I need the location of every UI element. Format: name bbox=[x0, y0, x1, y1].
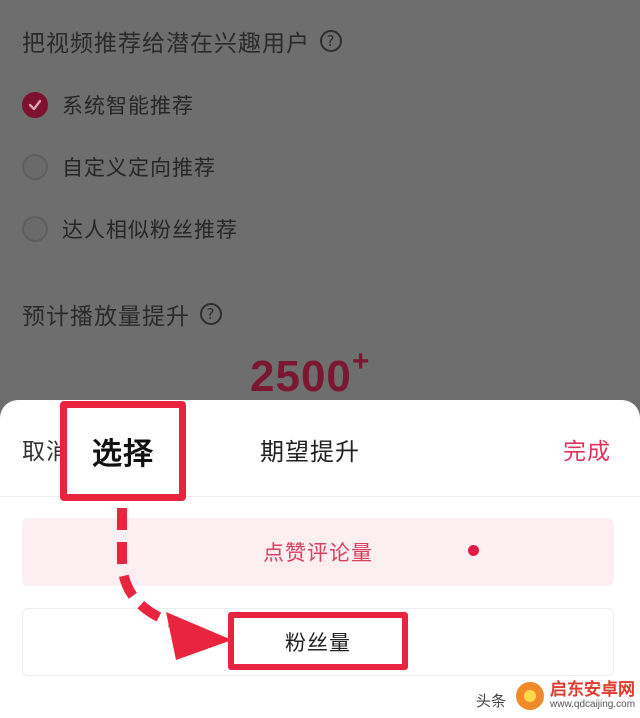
done-button[interactable]: 完成 bbox=[563, 432, 611, 466]
option-likes-comments[interactable]: 点赞评论量 bbox=[22, 518, 614, 586]
option-label: 点赞评论量 bbox=[263, 541, 373, 565]
radio-option-similar-fans[interactable]: 达人相似粉丝推荐 bbox=[22, 214, 238, 244]
watermark-site: 启东安卓网 www.qdcaijing.com bbox=[514, 680, 635, 712]
radio-option-custom[interactable]: 自定义定向推荐 bbox=[22, 152, 216, 182]
radio-label: 系统智能推荐 bbox=[62, 94, 194, 118]
estimate-title-text: 预计播放量提升 bbox=[22, 304, 190, 330]
estimate-value: 2500+ bbox=[250, 345, 370, 402]
watermark-source: 头条 bbox=[476, 692, 507, 710]
help-icon[interactable]: ? bbox=[320, 30, 342, 52]
estimate-number: 2500 bbox=[250, 352, 352, 401]
radio-icon bbox=[22, 216, 48, 242]
recommend-section-title: 把视频推荐给潜在兴趣用户 ? bbox=[22, 24, 342, 58]
recommend-title-text: 把视频推荐给潜在兴趣用户 bbox=[22, 31, 310, 57]
watermark-site-url: www.qdcaijing.com bbox=[550, 699, 636, 710]
selected-indicator-dot bbox=[468, 545, 479, 556]
annotation-select-label: 选择 bbox=[60, 401, 186, 501]
radio-label: 达人相似粉丝推荐 bbox=[62, 218, 238, 242]
watermark-site-name: 启东安卓网 bbox=[550, 680, 635, 700]
estimate-section-title: 预计播放量提升 ? bbox=[22, 297, 222, 331]
help-icon[interactable]: ? bbox=[200, 303, 222, 325]
radio-icon bbox=[22, 154, 48, 180]
estimate-suffix: + bbox=[351, 345, 371, 378]
radio-label: 自定义定向推荐 bbox=[62, 156, 216, 180]
radio-option-system[interactable]: 系统智能推荐 bbox=[22, 90, 194, 120]
checked-radio-icon bbox=[22, 92, 48, 118]
site-logo-icon bbox=[514, 680, 546, 712]
sheet-title: 期望提升 bbox=[260, 438, 360, 466]
annotation-highlight-box bbox=[228, 612, 408, 670]
